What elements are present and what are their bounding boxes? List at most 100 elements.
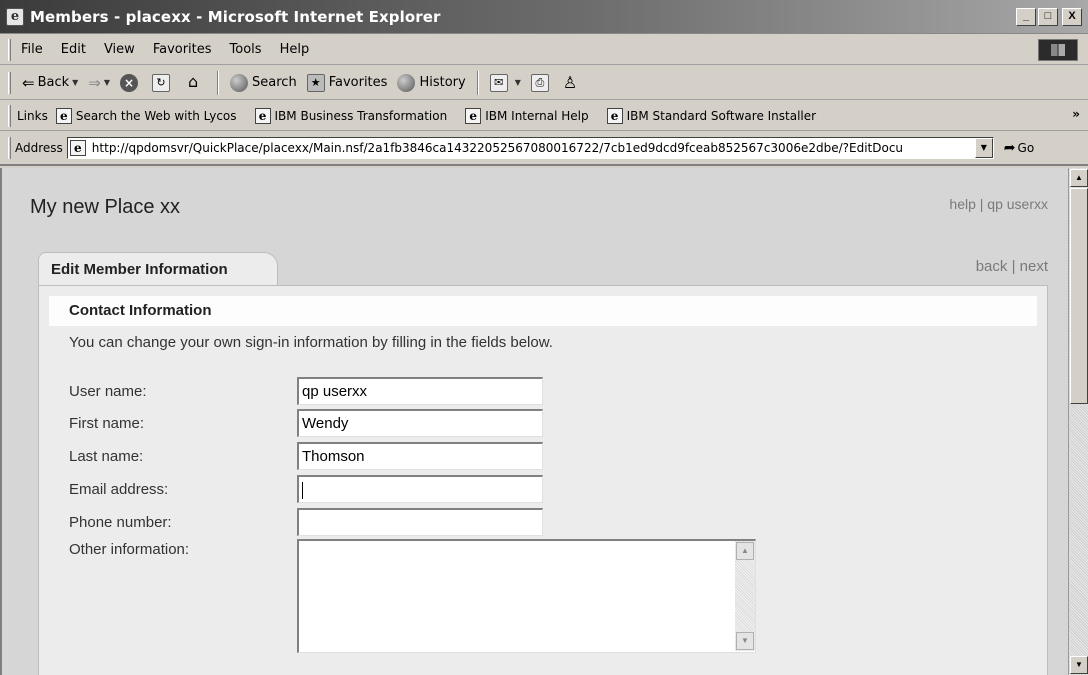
- links-more-button[interactable]: »: [1072, 107, 1080, 121]
- minimize-button[interactable]: _: [1016, 8, 1036, 26]
- history-button[interactable]: History: [392, 70, 470, 96]
- link-ibm-business-label: IBM Business Transformation: [274, 108, 448, 123]
- ie-page-icon: e: [55, 107, 72, 124]
- top-links: help | qp userxx: [949, 196, 1048, 212]
- stop-icon: ×: [120, 73, 139, 92]
- links-label: Links: [17, 108, 48, 123]
- favorites-label: Favorites: [328, 75, 388, 90]
- ie-page-icon: e: [254, 107, 271, 124]
- close-button[interactable]: X: [1062, 8, 1082, 26]
- link-ibm-internal-help[interactable]: e IBM Internal Help: [465, 107, 589, 124]
- menu-tools[interactable]: Tools: [221, 42, 271, 57]
- address-dropdown-icon[interactable]: ▼: [974, 138, 993, 158]
- menu-help[interactable]: Help: [271, 42, 319, 57]
- nav-links: back | next: [976, 258, 1048, 275]
- scroll-up-icon[interactable]: ▲: [736, 542, 754, 560]
- toolbar-grip[interactable]: [8, 137, 11, 159]
- menu-favorites[interactable]: Favorites: [144, 42, 221, 57]
- link-ibm-help-label: IBM Internal Help: [485, 108, 589, 123]
- refresh-button[interactable]: ↻: [147, 70, 179, 96]
- scroll-up-icon[interactable]: ▲: [1070, 169, 1088, 187]
- mail-dropdown-icon[interactable]: ▼: [515, 78, 521, 87]
- maximize-button[interactable]: □: [1038, 8, 1058, 26]
- intro-text: You can change your own sign-in informat…: [69, 334, 553, 351]
- title-bar: e Members - placexx - Microsoft Internet…: [0, 0, 1088, 34]
- link-separator: |: [1011, 258, 1016, 275]
- home-icon: ⌂: [187, 71, 199, 91]
- home-button[interactable]: ⌂: [179, 70, 211, 96]
- help-link[interactable]: help: [949, 196, 975, 212]
- phone-field[interactable]: [297, 508, 543, 536]
- mail-button[interactable]: ✉ ▼: [485, 70, 526, 96]
- windows-logo-icon: [1038, 39, 1078, 61]
- history-label: History: [419, 75, 466, 90]
- last-name-label: Last name:: [69, 448, 144, 465]
- scroll-down-icon[interactable]: ▼: [736, 632, 754, 650]
- toolbar-grip[interactable]: [8, 71, 11, 94]
- refresh-icon: ↻: [152, 73, 171, 92]
- forward-button[interactable]: ⇒ ▼: [83, 70, 115, 96]
- go-arrow-icon: ➦: [1003, 140, 1016, 156]
- link-separator: |: [979, 196, 984, 212]
- toolbar-separator: [217, 70, 220, 95]
- mail-icon: ✉: [489, 73, 508, 92]
- page-viewport: My new Place xx help | qp userxx Edit Me…: [0, 168, 1088, 675]
- search-button[interactable]: Search: [225, 70, 302, 96]
- email-label: Email address:: [69, 481, 169, 498]
- back-dropdown-icon[interactable]: ▼: [72, 78, 78, 87]
- toolbar-grip[interactable]: [8, 104, 11, 127]
- favorites-button[interactable]: ★ Favorites: [302, 70, 393, 96]
- page-scrollbar[interactable]: ▲ ▼: [1068, 168, 1088, 675]
- go-button[interactable]: ➦ Go: [1004, 140, 1034, 156]
- link-ibm-business-transformation[interactable]: e IBM Business Transformation: [254, 107, 448, 124]
- last-name-field[interactable]: Thomson: [297, 442, 543, 470]
- first-name-field[interactable]: Wendy: [297, 409, 543, 437]
- address-label: Address: [15, 141, 63, 155]
- menu-bar: File Edit View Favorites Tools Help: [0, 35, 1088, 65]
- scroll-down-icon[interactable]: ▼: [1070, 656, 1088, 674]
- link-ibm-software-installer[interactable]: e IBM Standard Software Installer: [606, 107, 817, 124]
- back-button[interactable]: ⇐ Back ▼: [17, 70, 83, 96]
- menu-view[interactable]: View: [95, 42, 144, 57]
- address-input[interactable]: e http://qpdomsvr/QuickPlace/placexx/Mai…: [66, 137, 994, 159]
- standard-toolbar: ⇐ Back ▼ ⇒ ▼ × ↻ ⌂ Search ★ Favorites Hi…: [0, 66, 1088, 100]
- other-info-textarea[interactable]: ▲ ▼: [297, 539, 756, 653]
- textarea-scrollbar[interactable]: ▲ ▼: [735, 541, 755, 651]
- place-title: My new Place xx: [30, 196, 181, 218]
- ie-page-icon: e: [465, 107, 482, 124]
- toolbar-grip[interactable]: [8, 38, 11, 61]
- user-name-label: User name:: [69, 383, 147, 400]
- phone-label: Phone number:: [69, 514, 172, 531]
- user-link[interactable]: qp userxx: [987, 196, 1048, 212]
- search-icon: [230, 73, 249, 92]
- menu-edit[interactable]: Edit: [52, 42, 95, 57]
- messenger-button[interactable]: ♙: [558, 70, 582, 96]
- toolbar-separator: [476, 70, 479, 95]
- address-url: http://qpdomsvr/QuickPlace/placexx/Main.…: [91, 141, 904, 155]
- link-ibm-installer-label: IBM Standard Software Installer: [626, 108, 817, 123]
- form-panel: Contact Information You can change your …: [38, 285, 1048, 675]
- search-label: Search: [252, 75, 297, 90]
- go-label: Go: [1017, 141, 1035, 155]
- tab-edit-member-information[interactable]: Edit Member Information: [38, 252, 278, 286]
- forward-dropdown-icon[interactable]: ▼: [104, 78, 110, 87]
- print-button[interactable]: ⎙: [526, 70, 558, 96]
- back-link[interactable]: back: [976, 258, 1008, 275]
- print-icon: ⎙: [530, 73, 549, 92]
- ie-page-icon: e: [69, 140, 86, 156]
- address-bar: Address e http://qpdomsvr/QuickPlace/pla…: [0, 132, 1088, 166]
- window-controls: _ □ X: [1016, 8, 1082, 26]
- forward-arrow-icon: ⇒: [88, 73, 101, 92]
- email-field[interactable]: [297, 475, 543, 503]
- first-name-label: First name:: [69, 415, 145, 432]
- next-link[interactable]: next: [1020, 258, 1048, 275]
- scrollbar-thumb[interactable]: [1070, 188, 1088, 404]
- window-title: Members - placexx - Microsoft Internet E…: [30, 7, 441, 26]
- history-icon: [397, 73, 416, 92]
- user-name-field[interactable]: qp userxx: [297, 377, 543, 405]
- menu-file[interactable]: File: [17, 42, 52, 57]
- stop-button[interactable]: ×: [115, 70, 147, 96]
- link-lycos[interactable]: e Search the Web with Lycos: [55, 107, 237, 124]
- section-heading: Contact Information: [49, 296, 1037, 326]
- link-lycos-label: Search the Web with Lycos: [75, 108, 237, 123]
